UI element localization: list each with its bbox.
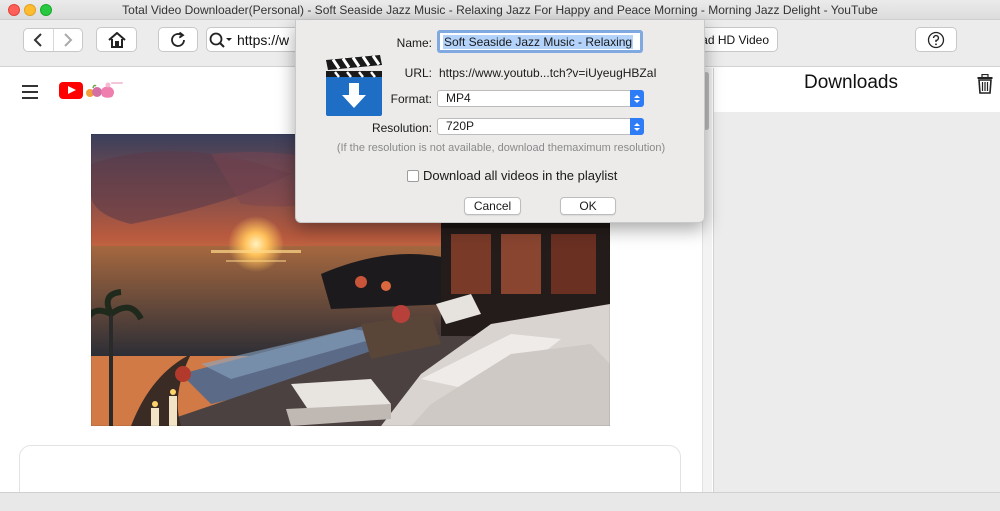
reload-button[interactable] bbox=[158, 27, 198, 52]
title-bar: Total Video Downloader(Personal) - Soft … bbox=[0, 0, 1000, 20]
home-icon bbox=[107, 31, 126, 48]
cancel-button[interactable]: Cancel bbox=[464, 197, 521, 215]
window-title: Total Video Downloader(Personal) - Soft … bbox=[122, 3, 878, 17]
playlist-checkbox[interactable] bbox=[407, 169, 419, 182]
forward-icon bbox=[64, 33, 73, 47]
address-bar[interactable]: https://w bbox=[206, 27, 306, 52]
url-label: URL: bbox=[404, 66, 432, 80]
playlist-checkbox-label[interactable]: Download all videos in the playlist bbox=[423, 168, 617, 183]
address-bar-text[interactable]: https://w bbox=[237, 32, 289, 48]
back-icon bbox=[33, 33, 42, 47]
download-dialog: Name: Soft Seaside Jazz Music - Relaxing… bbox=[295, 20, 705, 223]
menu-icon[interactable] bbox=[22, 85, 38, 103]
nav-button-group bbox=[23, 28, 83, 52]
format-label: Format: bbox=[390, 92, 432, 106]
resolution-note: (If the resolution is not available, dow… bbox=[336, 142, 666, 154]
status-bar bbox=[0, 492, 1000, 511]
trash-icon[interactable] bbox=[977, 74, 993, 94]
resolution-select-arrows-icon bbox=[630, 118, 644, 135]
name-label: Name: bbox=[396, 36, 432, 50]
resolution-select-value: 720P bbox=[446, 119, 475, 133]
resolution-label: Resolution: bbox=[371, 121, 432, 135]
reload-icon bbox=[171, 31, 185, 47]
help-button[interactable] bbox=[915, 27, 957, 52]
youtube-logo[interactable] bbox=[59, 82, 83, 99]
format-select-arrows-icon bbox=[630, 90, 644, 107]
video-info-card bbox=[19, 445, 681, 492]
app-window: Total Video Downloader(Personal) - Soft … bbox=[0, 0, 1000, 511]
format-select-value: MP4 bbox=[446, 91, 471, 105]
home-button[interactable] bbox=[96, 27, 137, 52]
resolution-select[interactable]: 720P bbox=[437, 118, 644, 135]
name-field-value[interactable]: Soft Seaside Jazz Music - Relaxing bbox=[443, 35, 634, 49]
name-field[interactable]: Soft Seaside Jazz Music - Relaxing bbox=[437, 30, 643, 53]
help-icon bbox=[927, 31, 945, 48]
downloads-header: Downloads bbox=[714, 68, 1000, 112]
ok-button[interactable]: OK bbox=[560, 197, 616, 215]
forward-button[interactable] bbox=[52, 29, 83, 51]
format-select[interactable]: MP4 bbox=[437, 90, 644, 107]
downloads-panel: Downloads bbox=[713, 68, 1000, 492]
youtube-doodle-image[interactable] bbox=[84, 80, 124, 100]
clapperboard-download-icon bbox=[326, 55, 382, 116]
back-button[interactable] bbox=[24, 29, 53, 51]
search-icon bbox=[209, 32, 232, 48]
downloads-title: Downloads bbox=[804, 72, 898, 93]
playlist-option[interactable]: Download all videos in the playlist bbox=[407, 168, 617, 183]
url-value: https://www.youtub...tch?v=iUyeugHBZaI bbox=[439, 66, 657, 80]
